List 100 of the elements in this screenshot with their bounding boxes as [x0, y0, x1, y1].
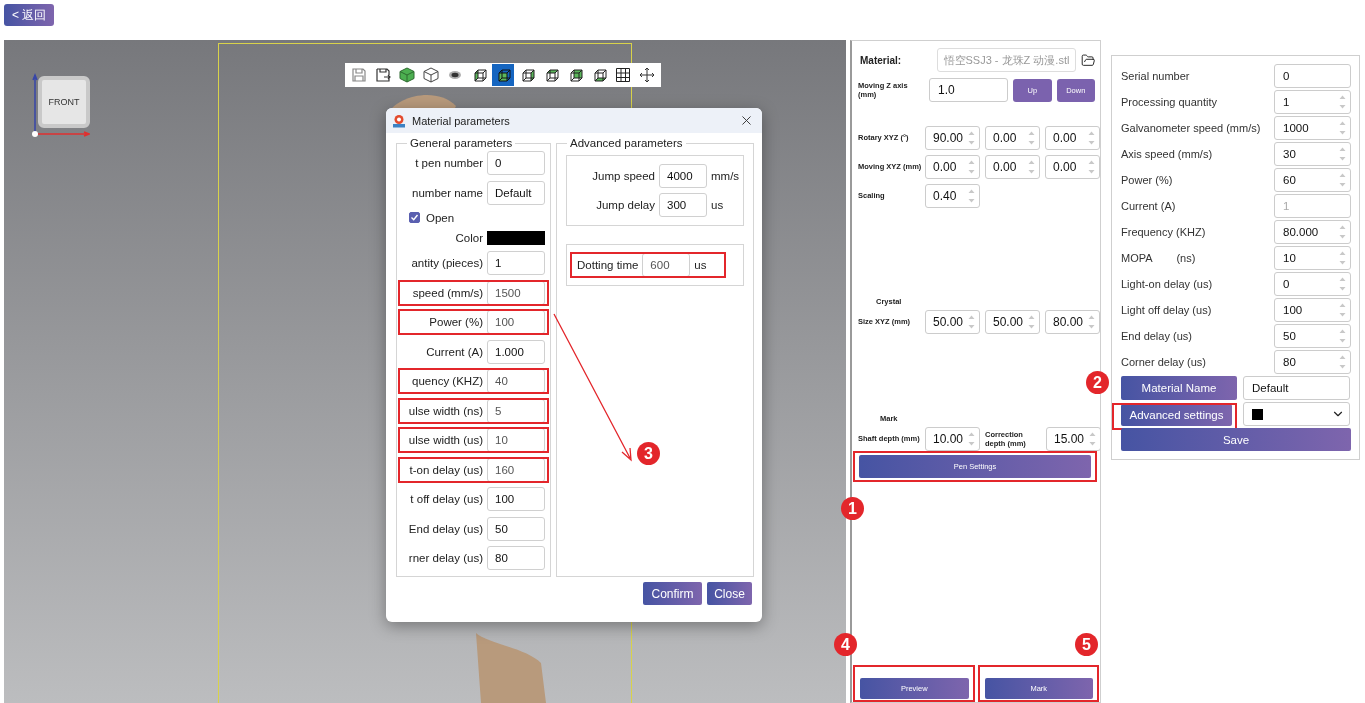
- stepper-arrows-icon[interactable]: [1339, 172, 1346, 188]
- number-field[interactable]: 0: [1274, 64, 1351, 88]
- field-label: Axis speed (mm/s): [1121, 148, 1214, 160]
- stepper-arrows-icon[interactable]: [968, 130, 975, 146]
- input-field[interactable]: 100: [487, 487, 545, 511]
- number-field[interactable]: 0.00: [985, 155, 1040, 179]
- field-label: Dotting time: [577, 258, 639, 271]
- number-field[interactable]: 10.00: [925, 427, 980, 451]
- stepper-arrows-icon[interactable]: [1339, 224, 1346, 240]
- input-field[interactable]: 600: [642, 252, 691, 277]
- field-label: speed (mm/s): [412, 286, 484, 299]
- number-field[interactable]: 15.00: [1046, 427, 1101, 451]
- number-field[interactable]: 90.00: [925, 126, 980, 150]
- stepper-arrows-icon[interactable]: [1339, 146, 1346, 162]
- stepper-arrows-icon[interactable]: [1028, 314, 1035, 330]
- number-field[interactable]: 100: [1274, 298, 1351, 322]
- stepper-arrows-icon[interactable]: [1339, 354, 1346, 370]
- close-button[interactable]: Close: [707, 582, 752, 605]
- color-select[interactable]: [1243, 402, 1350, 426]
- number-field[interactable]: 0.00: [1045, 155, 1100, 179]
- step-number-marker: 4: [834, 633, 857, 656]
- check-icon: [410, 213, 419, 222]
- close-icon[interactable]: [739, 113, 754, 128]
- checkbox[interactable]: [409, 212, 420, 223]
- number-field[interactable]: 80: [1274, 350, 1351, 374]
- input-field[interactable]: Default: [487, 180, 545, 205]
- field-label: rner delay (us): [408, 552, 484, 564]
- stepper-arrows-icon[interactable]: [968, 314, 975, 330]
- number-field[interactable]: 0.00: [1045, 126, 1100, 150]
- stepper-arrows-icon[interactable]: [968, 188, 975, 204]
- input-field[interactable]: 50: [487, 516, 545, 541]
- stepper-arrows-icon[interactable]: [1028, 159, 1035, 175]
- input-field[interactable]: 40: [487, 369, 545, 393]
- input-field[interactable]: 1500: [487, 280, 545, 305]
- stepper-arrows-icon[interactable]: [1028, 130, 1035, 146]
- input-field[interactable]: 10: [487, 428, 545, 452]
- field-label: MOPA (ns): [1121, 252, 1197, 264]
- solid-cube-icon: [399, 67, 415, 83]
- input-field[interactable]: 300: [659, 193, 707, 217]
- unit-label: us: [711, 199, 724, 211]
- stepper-arrows-icon[interactable]: [1089, 431, 1096, 447]
- field-label: ulse width (us): [408, 434, 484, 446]
- input-field[interactable]: 100: [487, 310, 545, 334]
- number-field[interactable]: 30: [1274, 142, 1351, 166]
- stepper-arrows-icon[interactable]: [1339, 276, 1346, 292]
- input-field[interactable]: 1.000: [487, 339, 545, 364]
- unit-label: mm/s: [711, 170, 740, 182]
- outline-cube-icon: [423, 67, 439, 83]
- stepper-arrows-icon[interactable]: [1088, 159, 1095, 175]
- stepper-arrows-icon[interactable]: [968, 431, 975, 447]
- number-field[interactable]: 0.40: [925, 184, 980, 208]
- field-label: End delay (us): [1121, 330, 1193, 342]
- stepper-arrows-icon[interactable]: [1339, 94, 1346, 110]
- toolbar-button[interactable]: [492, 64, 514, 86]
- field-label: Processing quantity: [1121, 96, 1218, 108]
- stepper-arrows-icon[interactable]: [1339, 328, 1346, 344]
- folder-icon[interactable]: [1080, 52, 1095, 68]
- field-label: Current (A): [426, 345, 484, 358]
- number-field[interactable]: 1: [1274, 90, 1351, 114]
- number-field[interactable]: 50.00: [925, 310, 980, 334]
- input-field[interactable]: 1: [487, 251, 545, 275]
- view-cube[interactable]: FRONT: [38, 76, 90, 128]
- back-button[interactable]: < 返回: [4, 4, 55, 26]
- advanced-settings-button[interactable]: Advanced settings: [1121, 403, 1232, 426]
- number-field[interactable]: 0: [1274, 272, 1351, 296]
- stepper-arrows-icon[interactable]: [1339, 302, 1346, 318]
- number-field[interactable]: 50: [1274, 324, 1351, 348]
- stepper-arrows-icon[interactable]: [1339, 250, 1346, 266]
- number-field[interactable]: 10: [1274, 246, 1351, 270]
- number-field[interactable]: 80.00: [1045, 310, 1100, 334]
- input-field[interactable]: 1.0: [929, 78, 1009, 102]
- input-field[interactable]: 5: [487, 398, 545, 423]
- move-icon: [639, 67, 655, 83]
- material-name-button[interactable]: Material Name: [1121, 376, 1237, 400]
- color-swatch[interactable]: [487, 231, 545, 245]
- field-label: Frequency (KHZ): [1121, 226, 1207, 238]
- step-number-marker: 1: [841, 497, 864, 520]
- confirm-button[interactable]: Confirm: [643, 582, 702, 605]
- field-label: number name: [412, 186, 484, 199]
- input-field[interactable]: 80: [487, 546, 545, 570]
- input-field[interactable]: 160: [487, 457, 545, 482]
- number-field[interactable]: 0.00: [925, 155, 980, 179]
- input-field[interactable]: 0: [487, 151, 545, 175]
- stepper-arrows-icon[interactable]: [1088, 130, 1095, 146]
- number-field[interactable]: 1000: [1274, 116, 1351, 140]
- number-field[interactable]: 50.00: [985, 310, 1040, 334]
- field-label: End delay (us): [408, 522, 484, 535]
- field-label: Corner delay (us): [1121, 356, 1207, 368]
- number-field[interactable]: 80.000: [1274, 220, 1351, 244]
- number-field[interactable]: 0.00: [985, 126, 1040, 150]
- stepper-arrows-icon[interactable]: [1088, 314, 1095, 330]
- field-label: ulse width (ns): [408, 404, 484, 417]
- field-label: Light-on delay (us): [1121, 278, 1214, 290]
- field-label: Current (A): [1121, 200, 1177, 212]
- input-field[interactable]: Default: [1243, 376, 1350, 400]
- number-field[interactable]: 60: [1274, 168, 1351, 192]
- input-field[interactable]: 4000: [659, 164, 707, 188]
- stepper-arrows-icon[interactable]: [968, 159, 975, 175]
- stepper-arrows-icon[interactable]: [1339, 120, 1346, 136]
- save-button[interactable]: Save: [1121, 428, 1351, 451]
